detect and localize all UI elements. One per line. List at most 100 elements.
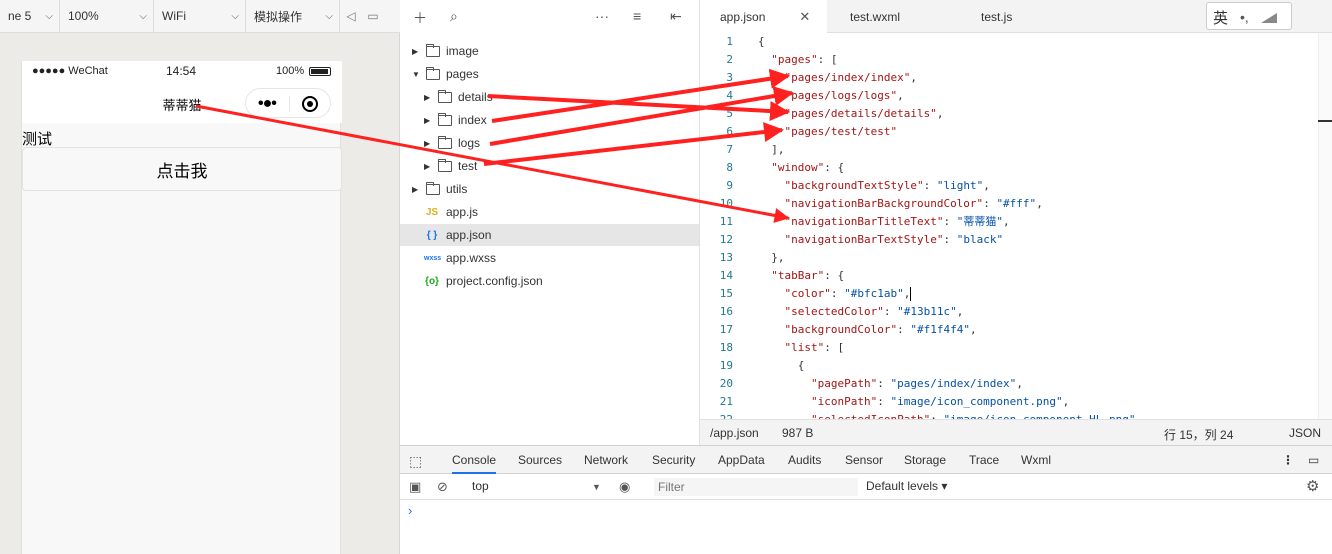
phone-status-bar: ●●●●● WeChat 14:54 100% — [22, 61, 342, 83]
tree-item-label: details — [458, 90, 493, 104]
tree-folder-details[interactable]: ▶ details — [424, 86, 493, 108]
network-select[interactable]: WiFi ⌵ — [154, 0, 246, 33]
code-line-text: "pages": [ — [771, 53, 838, 66]
collapse-all-icon[interactable]: ≡ — [633, 8, 641, 24]
tab-label: test.js — [981, 9, 1013, 24]
mode-select-label: 模拟操作 — [254, 9, 303, 24]
click-me-button[interactable]: 点击我 — [22, 147, 342, 191]
close-icon[interactable]: ✕ — [799, 9, 810, 25]
line-number: 5 — [726, 107, 733, 120]
tab-trace[interactable]: Trace — [969, 453, 999, 467]
code-line-text: "list": [ — [784, 341, 845, 354]
tree-file-app-js[interactable]: JS app.js — [424, 201, 694, 223]
tree-file-app-wxss[interactable]: wxss app.wxss — [424, 247, 694, 269]
status-file-path: /app.json — [710, 426, 759, 440]
code-line-text: "backgroundColor": "#f1f4f4", — [784, 323, 977, 336]
tab-sensor[interactable]: Sensor — [845, 453, 883, 467]
gear-icon[interactable]: ⚙ — [1306, 477, 1319, 495]
dock-icon[interactable]: ▭ — [1308, 453, 1319, 467]
line-number: 9 — [726, 179, 733, 192]
line-number: 3 — [726, 71, 733, 84]
json-file-icon: { } — [426, 229, 438, 241]
line-number: 22 — [700, 411, 733, 419]
mode-select[interactable]: 模拟操作 ⌵ — [246, 0, 340, 33]
tab-test-wxml[interactable]: test.wxml — [850, 0, 900, 33]
tab-label: test.wxml — [850, 9, 901, 24]
tree-item-label: test — [458, 159, 478, 173]
line-number: 7 — [726, 143, 733, 156]
ime-indicator[interactable]: 英 •, — [1206, 2, 1292, 30]
status-cursor-position[interactable]: 行 15，列 24 — [1164, 426, 1233, 443]
file-tree-toolbar: ＋ ⌕ ··· ≡ ⇤ — [400, 0, 699, 33]
tree-item-label: index — [458, 113, 487, 127]
code-line-text: "pages/test/test" — [784, 125, 898, 138]
code-area[interactable]: 1 {2 "pages": [3 "pages/index/index", 4 "p… — [700, 33, 1318, 419]
tree-item-label: image — [446, 44, 479, 58]
editor-scrollbar[interactable] — [1318, 33, 1332, 419]
code-editor: app.json ✕ test.wxml test.js 英 •, 1 {2 "p… — [700, 0, 1332, 445]
inspect-element-icon[interactable]: ⬚ — [409, 453, 422, 470]
tree-folder-pages[interactable]: ▼ pages — [412, 63, 479, 85]
more-vertical-icon[interactable]: ⋮ — [1282, 453, 1294, 467]
tree-folder-test[interactable]: ▶ test — [424, 155, 477, 177]
console-filter-input[interactable] — [654, 478, 858, 496]
line-number: 10 — [719, 197, 733, 210]
window-icon[interactable]: ▭ — [362, 0, 384, 33]
zoom-select[interactable]: 100% ⌵ — [60, 0, 154, 33]
battery-percent: 100% — [276, 65, 305, 77]
speaker-icon[interactable]: ◁ — [340, 0, 362, 33]
device-select[interactable]: ne 5 ⌵ — [0, 0, 60, 33]
tab-wxml[interactable]: Wxml — [1021, 453, 1051, 467]
tree-file-app-json[interactable]: { } app.json — [400, 224, 699, 246]
line-number: 15 — [719, 287, 733, 300]
caret-right-icon: ▶ — [424, 161, 431, 171]
code-line-text: "navigationBarTextStyle": "black" — [784, 233, 1004, 246]
more-icon[interactable]: ··· — [595, 8, 609, 24]
tree-folder-logs[interactable]: ▶ logs — [424, 132, 480, 154]
sidebar-toggle-icon[interactable]: ⇤ — [670, 8, 682, 25]
log-levels-select[interactable]: Default levels ▾ — [866, 479, 947, 493]
tab-console[interactable]: Console — [452, 453, 497, 474]
devtools-tab-bar: ⬚ Console Sources Network Security AppDa… — [400, 446, 1332, 474]
scrollbar-marker — [1318, 120, 1332, 122]
tab-appdata[interactable]: AppData — [718, 453, 765, 467]
text-cursor — [910, 287, 912, 301]
tree-file-project-config[interactable]: {o} project.config.json — [424, 270, 694, 292]
context-select[interactable]: top — [472, 479, 489, 493]
tab-audits[interactable]: Audits — [788, 453, 821, 467]
clear-console-icon[interactable]: ⊘ — [437, 479, 448, 495]
plus-icon[interactable]: ＋ — [413, 8, 427, 28]
signal-carrier: ●●●●● WeChat — [32, 65, 108, 77]
tab-storage[interactable]: Storage — [904, 453, 946, 467]
wxss-file-icon: wxss — [424, 254, 442, 262]
more-dots-icon[interactable]: •●• — [258, 95, 277, 113]
tree-folder-utils[interactable]: ▶ utils — [412, 178, 467, 200]
tab-network[interactable]: Network — [584, 453, 628, 467]
line-number: 4 — [726, 89, 733, 102]
code-line-text: "pagePath": "pages/index/index", — [810, 377, 1023, 390]
tree-folder-image[interactable]: ▶ image — [412, 40, 479, 62]
simulator-toolbar: ne 5 ⌵ 100% ⌵ WiFi ⌵ 模拟操作 ⌵ ◁ ▭ — [0, 0, 400, 33]
editor-tab-bar: app.json ✕ test.wxml test.js 英 •, — [700, 0, 1332, 33]
folder-open-icon — [426, 66, 440, 80]
capsule-menu[interactable]: •●• — [245, 88, 331, 118]
folder-icon — [438, 135, 452, 149]
status-language[interactable]: JSON — [1289, 426, 1321, 440]
tree-folder-index[interactable]: ▶ index — [424, 109, 487, 131]
line-number: 21 — [719, 395, 733, 408]
file-tree-panel: ＋ ⌕ ··· ≡ ⇤ ▶ image ▼ pages ▶ details ▶ … — [400, 0, 700, 445]
status-file-size: 987 B — [782, 426, 814, 440]
code-line-text: { — [758, 35, 765, 48]
battery-icon — [309, 67, 331, 76]
sidebar-icon[interactable]: ▣ — [409, 479, 421, 495]
tab-test-js[interactable]: test.js — [981, 0, 1012, 33]
tab-app-json[interactable]: app.json ✕ — [700, 0, 827, 33]
chevron-down-icon: ⌵ — [139, 10, 147, 22]
tab-security[interactable]: Security — [652, 453, 695, 467]
tab-sources[interactable]: Sources — [518, 453, 562, 467]
close-target-icon[interactable] — [302, 96, 318, 112]
chevron-down-icon: ▼ — [592, 482, 601, 492]
search-icon[interactable]: ⌕ — [450, 8, 458, 25]
eye-icon[interactable]: ◉ — [619, 479, 630, 495]
console-prompt[interactable]: › — [408, 503, 412, 518]
